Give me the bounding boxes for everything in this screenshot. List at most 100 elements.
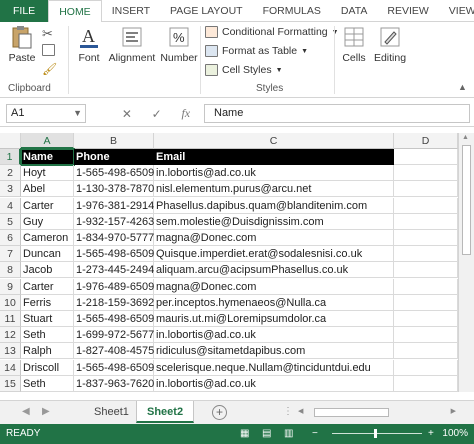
- tab-formulas[interactable]: FORMULAS: [253, 0, 331, 22]
- table-cell[interactable]: Duncan: [21, 246, 74, 263]
- header-cell[interactable]: Name: [20, 148, 75, 166]
- row-header[interactable]: 2: [0, 165, 21, 182]
- table-cell[interactable]: 1-565-498-6509: [74, 165, 154, 182]
- table-cell[interactable]: 1-827-408-4575: [74, 343, 154, 360]
- format-as-table-button[interactable]: Format as Table ▼: [205, 45, 308, 57]
- enter-icon[interactable]: ✓: [152, 107, 162, 121]
- empty-cell[interactable]: [394, 197, 458, 214]
- tab-page-layout[interactable]: PAGE LAYOUT: [160, 0, 253, 22]
- add-sheet-icon[interactable]: +: [212, 405, 227, 420]
- row-header[interactable]: 1: [0, 149, 21, 165]
- zoom-in-icon[interactable]: +: [428, 424, 434, 444]
- table-cell[interactable]: in.lobortis@ad.co.uk: [154, 375, 394, 392]
- tab-review[interactable]: REVIEW: [377, 0, 438, 22]
- row-header[interactable]: 9: [0, 278, 21, 295]
- chevron-down-icon[interactable]: ▼: [73, 105, 82, 122]
- table-cell[interactable]: 1-565-498-6509: [74, 311, 154, 327]
- column-header[interactable]: C: [154, 133, 394, 149]
- scroll-thumb[interactable]: [314, 408, 389, 417]
- cancel-icon[interactable]: ✕: [122, 107, 132, 121]
- table-cell[interactable]: per.inceptos.hymenaeos@Nulla.ca: [154, 294, 394, 311]
- table-cell[interactable]: magna@Donec.com: [154, 230, 394, 246]
- tab-data[interactable]: DATA: [331, 0, 377, 22]
- table-cell[interactable]: 1-565-498-6509: [74, 359, 154, 376]
- table-cell[interactable]: 1-976-489-6509: [74, 278, 154, 295]
- table-cell[interactable]: 1-218-159-3692: [74, 294, 154, 311]
- alignment-button[interactable]: Alignment: [107, 24, 157, 64]
- table-cell[interactable]: Seth: [21, 327, 74, 344]
- scroll-left-icon[interactable]: ◀: [298, 407, 303, 415]
- scroll-thumb[interactable]: [462, 145, 471, 255]
- table-cell[interactable]: aliquam.arcu@acipsumPhasellus.co.uk: [154, 262, 394, 279]
- empty-cell[interactable]: [394, 375, 458, 392]
- scroll-up-icon[interactable]: ▲: [462, 134, 469, 141]
- conditional-formatting-button[interactable]: Conditional Formatting ▼: [205, 26, 339, 38]
- table-cell[interactable]: 1-834-970-5777: [74, 230, 154, 246]
- table-cell[interactable]: 1-976-381-2914: [74, 197, 154, 214]
- empty-cell[interactable]: [394, 181, 458, 198]
- table-cell[interactable]: Ralph: [21, 343, 74, 360]
- table-cell[interactable]: 1-130-378-7870: [74, 181, 154, 198]
- table-cell[interactable]: scelerisque.neque.Nullam@tinciduntdui.ed…: [154, 359, 394, 376]
- empty-cell[interactable]: [394, 294, 458, 311]
- row-header[interactable]: 10: [0, 294, 21, 311]
- empty-cell[interactable]: [394, 311, 458, 327]
- tab-insert[interactable]: INSERT: [102, 0, 160, 22]
- table-cell[interactable]: ridiculus@sitametdapibus.com: [154, 343, 394, 360]
- table-cell[interactable]: 1-837-963-7620: [74, 375, 154, 392]
- empty-cell[interactable]: [394, 327, 458, 344]
- row-header[interactable]: 13: [0, 343, 21, 360]
- row-header[interactable]: 15: [0, 375, 21, 392]
- sheet-tab-sheet1[interactable]: Sheet1: [84, 401, 139, 423]
- empty-cell[interactable]: [394, 343, 458, 360]
- table-cell[interactable]: 1-565-498-6509: [74, 246, 154, 263]
- table-cell[interactable]: Phasellus.dapibus.quam@blanditenim.com: [154, 197, 394, 214]
- table-cell[interactable]: Quisque.imperdiet.erat@sodalesnisi.co.uk: [154, 246, 394, 263]
- table-cell[interactable]: Hoyt: [21, 165, 74, 182]
- empty-cell[interactable]: [394, 262, 458, 279]
- table-cell[interactable]: Ferris: [21, 294, 74, 311]
- row-header[interactable]: 8: [0, 262, 21, 279]
- column-header[interactable]: D: [394, 133, 458, 149]
- page-break-view-icon[interactable]: ▥: [284, 424, 293, 444]
- table-cell[interactable]: in.lobortis@ad.co.uk: [154, 165, 394, 182]
- row-header[interactable]: 4: [0, 197, 21, 214]
- table-cell[interactable]: in.lobortis@ad.co.uk: [154, 327, 394, 344]
- row-header[interactable]: 7: [0, 246, 21, 263]
- tab-home[interactable]: HOME: [48, 0, 102, 23]
- sheet-prev-icon[interactable]: ◀: [22, 406, 30, 417]
- table-cell[interactable]: 1-699-972-5677: [74, 327, 154, 344]
- paste-button[interactable]: Paste: [6, 24, 38, 64]
- cells-button[interactable]: Cells: [338, 24, 370, 64]
- row-header[interactable]: 5: [0, 213, 21, 230]
- zoom-level[interactable]: 100%: [442, 424, 468, 444]
- row-header[interactable]: 14: [0, 359, 21, 376]
- table-cell[interactable]: 1-932-157-4263: [74, 213, 154, 230]
- editing-button[interactable]: Editing: [372, 24, 408, 64]
- table-cell[interactable]: Driscoll: [21, 359, 74, 376]
- table-cell[interactable]: sem.molestie@Duisdignissim.com: [154, 213, 394, 230]
- column-header[interactable]: A: [21, 133, 74, 149]
- row-header[interactable]: 3: [0, 181, 21, 198]
- table-cell[interactable]: Guy: [21, 213, 74, 230]
- table-cell[interactable]: mauris.ut.mi@Loremipsumdolor.ca: [154, 311, 394, 327]
- vertical-scrollbar[interactable]: ▲: [458, 133, 474, 392]
- table-cell[interactable]: magna@Donec.com: [154, 278, 394, 295]
- select-all-corner[interactable]: [0, 133, 21, 149]
- row-header[interactable]: 12: [0, 327, 21, 344]
- normal-view-icon[interactable]: ▦: [240, 424, 249, 444]
- table-cell[interactable]: Carter: [21, 278, 74, 295]
- zoom-out-icon[interactable]: −: [312, 424, 318, 444]
- row-header[interactable]: 11: [0, 311, 21, 327]
- zoom-slider-knob[interactable]: [374, 429, 377, 438]
- table-cell[interactable]: Cameron: [21, 230, 74, 246]
- table-cell[interactable]: Abel: [21, 181, 74, 198]
- table-cell[interactable]: 1-273-445-2494: [74, 262, 154, 279]
- row-header[interactable]: 6: [0, 230, 21, 246]
- table-cell[interactable]: Jacob: [21, 262, 74, 279]
- sheet-next-icon[interactable]: ▶: [42, 406, 50, 417]
- empty-cell[interactable]: [394, 359, 458, 376]
- header-cell[interactable]: Email: [154, 149, 394, 165]
- table-cell[interactable]: Carter: [21, 197, 74, 214]
- column-header[interactable]: B: [74, 133, 154, 149]
